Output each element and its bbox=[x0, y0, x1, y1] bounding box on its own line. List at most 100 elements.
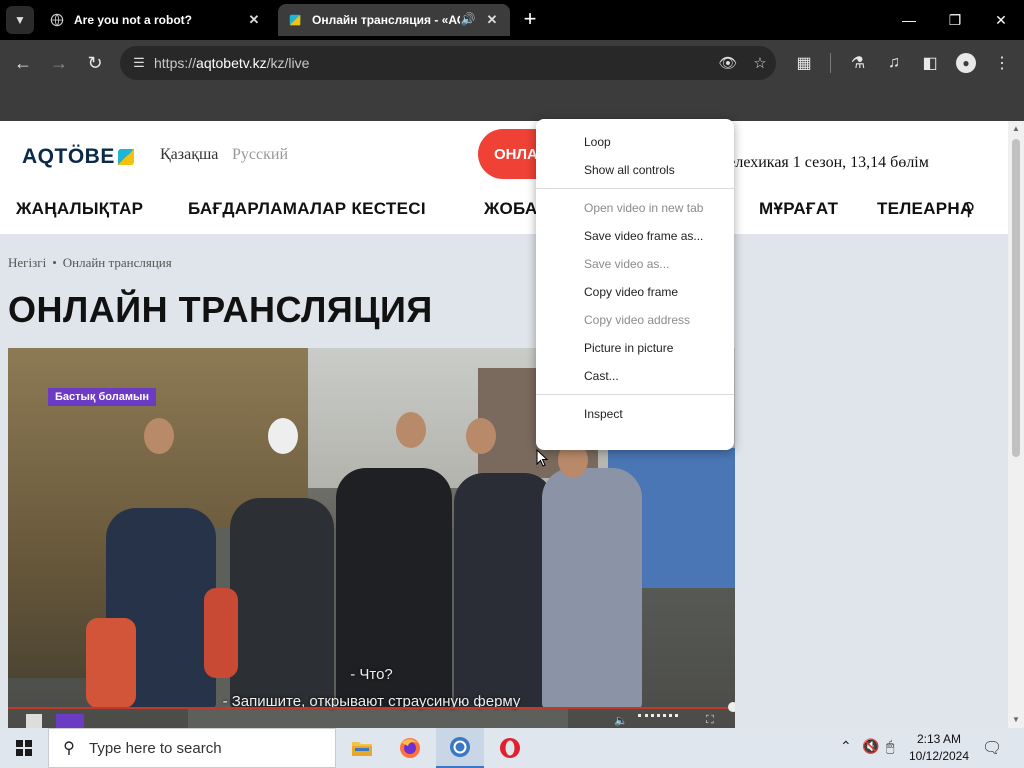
media-controls-icon[interactable]: ♫ bbox=[880, 49, 908, 77]
site-settings-icon[interactable]: ☰ bbox=[124, 55, 154, 71]
taskbar-file-explorer[interactable] bbox=[338, 728, 386, 768]
tab-online-translation[interactable]: Онлайн трансляция - «АС 🔊 ✕ bbox=[278, 4, 510, 36]
close-icon[interactable]: ✕ bbox=[484, 12, 500, 28]
volume-icon[interactable]: 🔈 bbox=[614, 714, 628, 728]
taskbar-firefox[interactable] bbox=[386, 728, 434, 768]
scroll-down-icon[interactable]: ▼ bbox=[1008, 712, 1024, 728]
video-context-menu: Loop Show all controls Open video in new… bbox=[536, 119, 734, 450]
nav-projects[interactable]: ЖОБА bbox=[484, 199, 537, 219]
tab-are-you-not-a-robot[interactable]: Are you not a robot? ✕ bbox=[40, 4, 272, 36]
site-header: AQTÖBE Қазақша Русский ОНЛА н" Телехикая… bbox=[0, 121, 1008, 234]
menu-item-open-video-new-tab[interactable]: Open video in new tab bbox=[536, 194, 734, 222]
menu-item-cast[interactable]: Cast... bbox=[536, 362, 734, 390]
profile-avatar-icon: ● bbox=[956, 53, 976, 73]
restore-button[interactable]: ❐ bbox=[932, 0, 978, 40]
video-progress-knob[interactable] bbox=[728, 702, 735, 712]
search-icon[interactable]: ⚲ bbox=[962, 199, 975, 220]
video-progress-bar[interactable] bbox=[8, 707, 728, 709]
menu-item-show-all-controls[interactable]: Show all controls bbox=[536, 156, 734, 184]
taskbar-search-placeholder: Type here to search bbox=[89, 739, 222, 757]
video-person-head bbox=[396, 412, 426, 448]
lang-russian-link[interactable]: Русский bbox=[232, 146, 288, 164]
labs-flask-icon[interactable]: ⚗ bbox=[844, 49, 872, 77]
clock-time: 2:13 AM bbox=[916, 732, 962, 746]
video-person-head bbox=[144, 418, 174, 454]
arrow-right-icon: → bbox=[50, 52, 68, 73]
nav-news[interactable]: ЖАҢАЛЫҚТАР bbox=[16, 199, 143, 219]
lang-kazakh-link[interactable]: Қазақша bbox=[160, 146, 218, 164]
profile-button[interactable]: ● bbox=[952, 49, 980, 77]
video-subtitle-line: - Что? bbox=[350, 666, 393, 683]
windows-logo-icon bbox=[16, 740, 32, 756]
menu-item-copy-video-address[interactable]: Copy video address bbox=[536, 306, 734, 334]
opera-icon bbox=[500, 738, 520, 758]
menu-item-save-video[interactable]: Save video as... bbox=[536, 250, 734, 278]
arrow-left-icon: ← bbox=[14, 52, 32, 73]
nav-schedule[interactable]: БАҒДАРЛАМАЛАР КЕСТЕСІ bbox=[188, 199, 426, 219]
fullscreen-icon[interactable]: ⛶ bbox=[706, 714, 718, 728]
new-tab-button[interactable]: + bbox=[518, 8, 542, 32]
close-window-button[interactable]: ✕ bbox=[978, 0, 1024, 40]
menu-item-copy-video-frame[interactable]: Copy video frame bbox=[536, 278, 734, 306]
forward-button[interactable]: → bbox=[44, 48, 74, 78]
menu-item-save-video-frame[interactable]: Save video frame as... bbox=[536, 222, 734, 250]
nav-channel[interactable]: ТЕЛЕАРНА bbox=[877, 199, 973, 219]
play-pause-icon[interactable] bbox=[26, 714, 42, 728]
page-scrollbar[interactable]: ▲ ▼ bbox=[1008, 121, 1024, 728]
globe-icon bbox=[50, 13, 64, 27]
menu-item-loop[interactable]: Loop bbox=[536, 128, 734, 156]
eye-off-icon[interactable]: 👁 bbox=[712, 54, 744, 72]
chevron-down-icon: ▼ bbox=[14, 13, 26, 27]
volume-muted-icon[interactable]: 🔇 bbox=[862, 738, 879, 755]
clock-date: 10/12/2024 bbox=[908, 749, 970, 763]
breadcrumb-current: Онлайн трансляция bbox=[62, 255, 172, 270]
firefox-icon bbox=[400, 738, 420, 758]
web-page: AQTÖBE Қазақша Русский ОНЛА н" Телехикая… bbox=[0, 121, 1008, 728]
show-hidden-icons-chevron-icon[interactable]: ⌃ bbox=[840, 738, 852, 755]
scrollbar-thumb[interactable] bbox=[1012, 139, 1020, 457]
breadcrumb-home[interactable]: Негізгі bbox=[8, 255, 46, 270]
side-panel-icon[interactable]: ◧ bbox=[916, 49, 944, 77]
extensions-icon[interactable]: ▦ bbox=[790, 49, 818, 77]
back-button[interactable]: ← bbox=[8, 48, 38, 78]
menu-kebab-icon[interactable]: ⋮ bbox=[988, 49, 1016, 77]
speaker-icon[interactable]: 🔊 bbox=[460, 12, 476, 28]
menu-item-picture-in-picture[interactable]: Picture in picture bbox=[536, 334, 734, 362]
bookmarks-bar bbox=[0, 86, 1024, 121]
browser-toolbar: ← → ↻ ☰ https://aqtobetv.kz/kz/live 👁 ☆ … bbox=[0, 40, 1024, 86]
notification-icon[interactable]: 🗨 bbox=[982, 738, 1002, 758]
address-bar[interactable]: ☰ https://aqtobetv.kz/kz/live 👁 ☆ bbox=[120, 46, 776, 80]
reload-button[interactable]: ↻ bbox=[80, 48, 110, 78]
minimize-button[interactable]: — bbox=[886, 0, 932, 40]
close-icon: ✕ bbox=[995, 11, 1007, 28]
network-icon[interactable]: 🖱 bbox=[886, 738, 894, 755]
volume-slider[interactable] bbox=[638, 714, 678, 728]
start-button[interactable] bbox=[0, 728, 48, 768]
site-logo[interactable]: AQTÖBE bbox=[22, 145, 134, 169]
url-text[interactable]: https://aqtobetv.kz/kz/live bbox=[154, 55, 712, 71]
breadcrumb: Негізгі • Онлайн трансляция bbox=[8, 255, 172, 271]
video-red-bag bbox=[204, 588, 238, 678]
video-person-head bbox=[466, 418, 496, 454]
taskbar-opera[interactable] bbox=[486, 728, 534, 768]
taskbar-chrome[interactable] bbox=[436, 728, 484, 768]
tab-strip: ▼ Are you not a robot? ✕ Онлайн трансляц… bbox=[0, 0, 1024, 40]
mouse-pointer-icon bbox=[536, 449, 548, 467]
folder-icon bbox=[352, 742, 372, 756]
close-icon[interactable]: ✕ bbox=[246, 12, 262, 28]
tab-search-button[interactable]: ▼ bbox=[6, 6, 34, 34]
windows-taskbar: ⚲ Type here to search ⌃ 🔇 🖱 2:13 AM 10/1… bbox=[0, 728, 1024, 768]
taskbar-search[interactable]: ⚲ Type here to search bbox=[48, 728, 336, 768]
search-icon: ⚲ bbox=[63, 740, 75, 757]
star-icon[interactable]: ☆ bbox=[744, 54, 776, 72]
tab-title: Онлайн трансляция - «АС bbox=[312, 13, 460, 27]
toolbar-divider bbox=[830, 53, 831, 73]
logo-mark-icon bbox=[117, 149, 134, 165]
menu-item-inspect[interactable]: Inspect bbox=[536, 400, 734, 428]
menu-separator bbox=[536, 394, 734, 395]
taskbar-clock[interactable]: 2:13 AM 10/12/2024 bbox=[902, 731, 976, 765]
nav-archive[interactable]: МҰРАҒАТ bbox=[759, 199, 838, 219]
reload-icon: ↻ bbox=[87, 52, 103, 73]
scroll-up-icon[interactable]: ▲ bbox=[1008, 121, 1024, 137]
aqtobe-favicon-icon bbox=[289, 14, 301, 26]
